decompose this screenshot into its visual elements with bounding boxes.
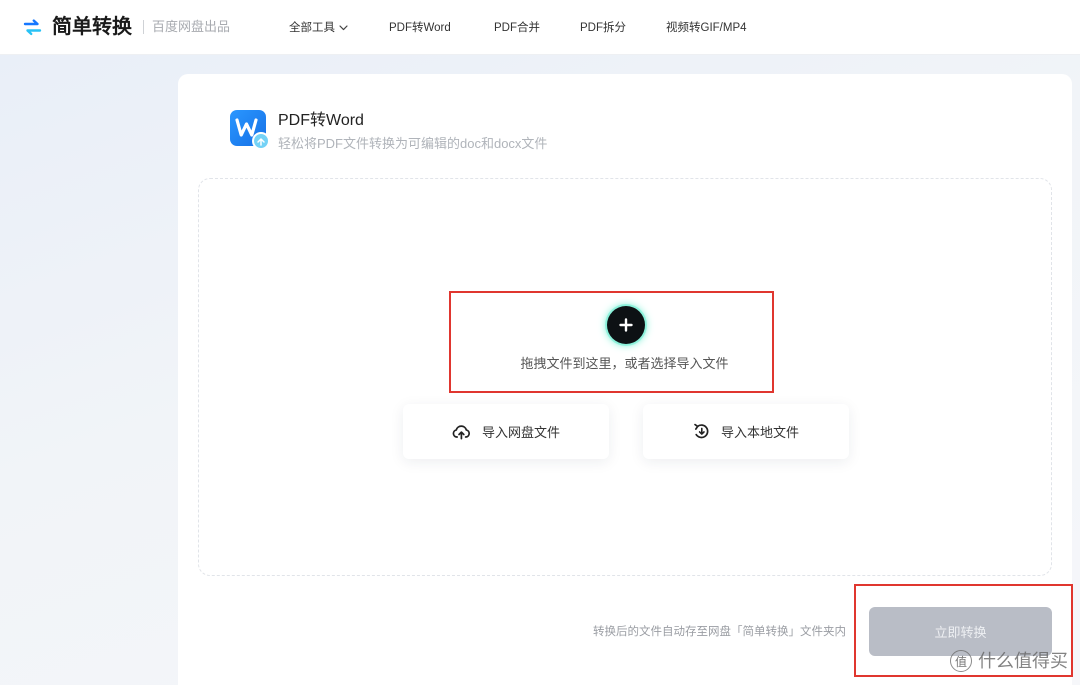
top-nav-bar: 简单转换 百度网盘出品 全部工具 PDF转Word PDF合并 PDF拆分 视频…	[0, 0, 1080, 54]
tool-card: PDF转Word 轻松将PDF文件转换为可编辑的doc和docx文件 拖拽文件到…	[178, 74, 1072, 685]
brand-divider	[143, 20, 144, 34]
nav-all-tools-label: 全部工具	[289, 22, 335, 34]
nav-all-tools[interactable]: 全部工具	[289, 20, 348, 36]
brand-name[interactable]: 简单转换	[52, 14, 132, 40]
rotate-import-icon	[694, 423, 709, 439]
save-location-note: 转换后的文件自动存至网盘「简单转换」文件夹内	[593, 626, 846, 638]
cloud-upload-icon	[452, 424, 470, 439]
import-local-button[interactable]: 导入本地文件	[643, 404, 849, 459]
nav-pdf-merge[interactable]: PDF合并	[494, 20, 540, 36]
plus-icon	[619, 318, 633, 332]
nav-pdf-to-word[interactable]: PDF转Word	[389, 20, 451, 36]
add-file-button[interactable]	[607, 306, 645, 344]
tool-subtitle: 轻松将PDF文件转换为可编辑的doc和docx文件	[278, 136, 548, 151]
swap-arrows-icon[interactable]	[23, 19, 42, 36]
import-local-label: 导入本地文件	[720, 425, 799, 440]
nav-video-to-gif[interactable]: 视频转GIF/MP4	[666, 20, 747, 36]
import-cloud-label: 导入网盘文件	[481, 425, 560, 440]
chevron-down-icon	[339, 25, 348, 31]
drop-hint-text: 拖拽文件到这里，或者选择导入文件	[520, 356, 729, 371]
brand-subtitle: 百度网盘出品	[152, 19, 231, 34]
file-drop-zone[interactable]: 拖拽文件到这里，或者选择导入文件 导入网盘文件 导入本地文件	[198, 178, 1052, 576]
convert-now-button[interactable]: 立即转换	[869, 607, 1052, 656]
nav-pdf-split[interactable]: PDF拆分	[580, 20, 626, 36]
word-doc-icon	[230, 110, 270, 150]
tool-title: PDF转Word	[278, 112, 364, 129]
import-cloud-button[interactable]: 导入网盘文件	[403, 404, 609, 459]
